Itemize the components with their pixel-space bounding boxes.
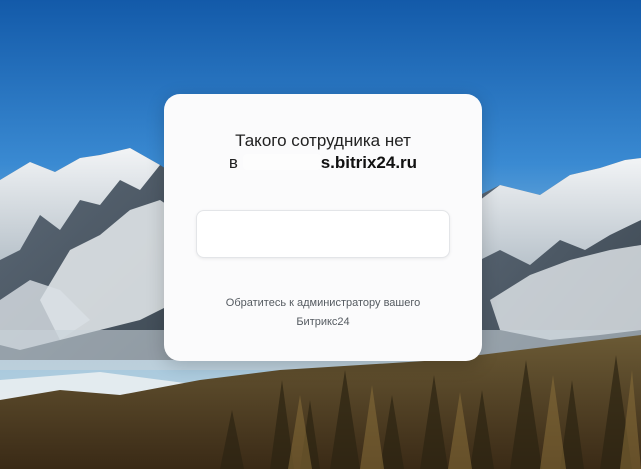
login-error-dialog: Такого сотрудника нет в s.bitrix24.ru Об…: [164, 94, 482, 361]
portal-line: в s.bitrix24.ru: [164, 152, 482, 174]
login-input-field[interactable]: [196, 210, 450, 258]
portal-prefix: в: [228, 153, 238, 172]
contact-admin-hint: Обратитесь к администратору вашего Битри…: [225, 297, 421, 328]
redacted-portal-name: [242, 154, 321, 170]
portal-domain: s.bitrix24.ru: [320, 153, 418, 172]
dialog-title: Такого сотрудника нет: [235, 131, 411, 150]
login-input[interactable]: [197, 211, 449, 257]
